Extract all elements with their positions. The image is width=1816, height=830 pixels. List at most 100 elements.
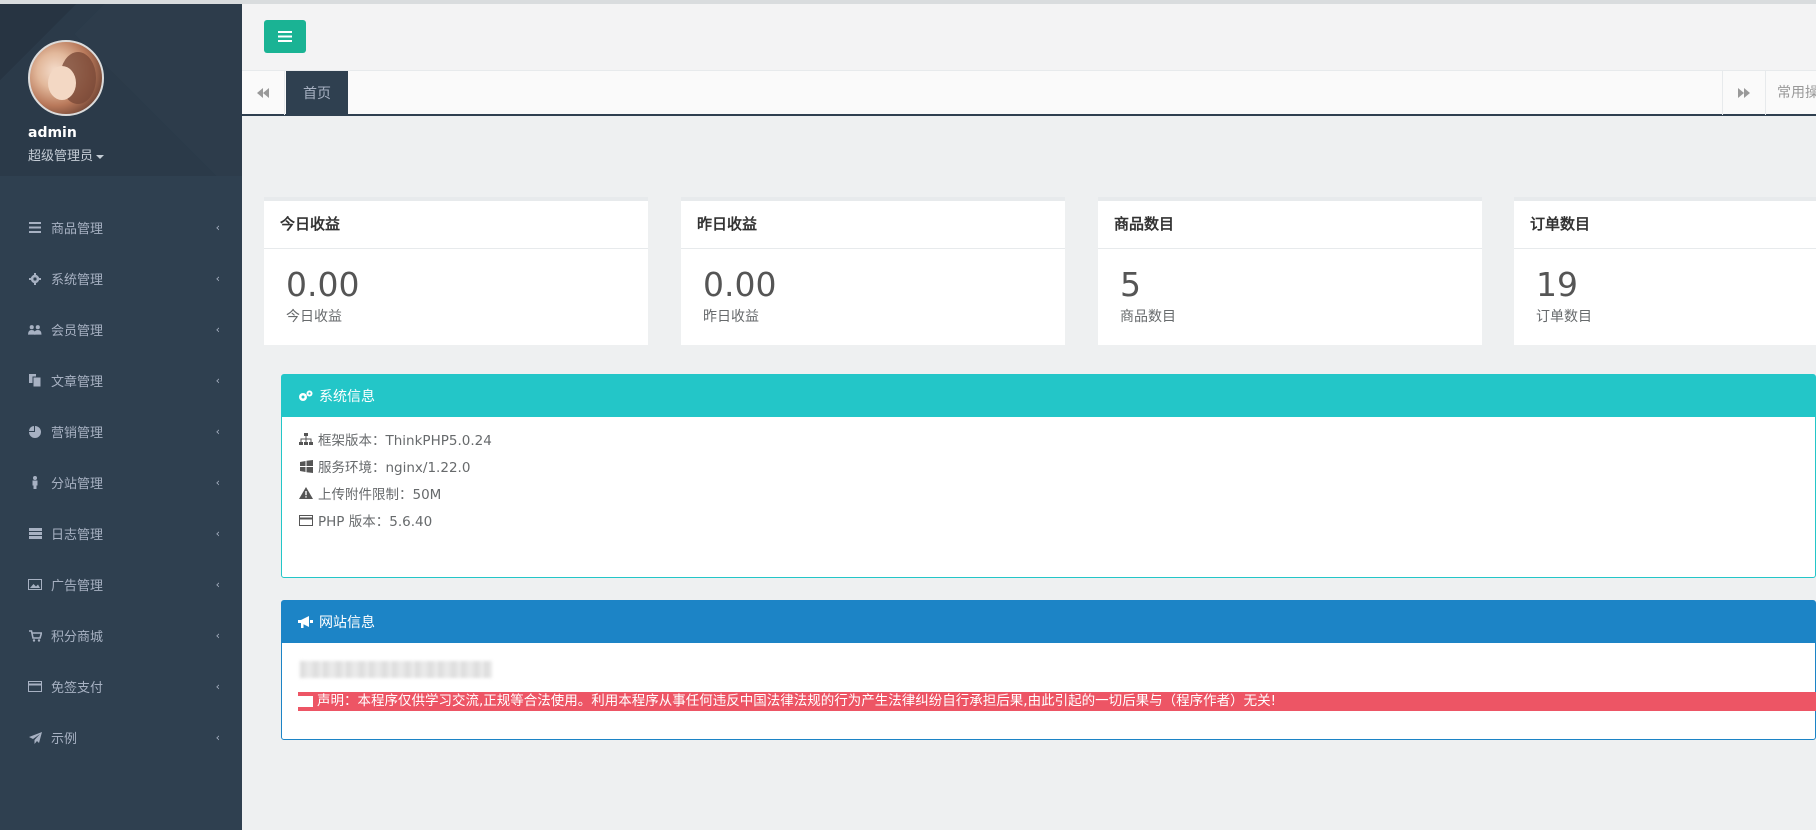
sidebar-item-system[interactable]: 系统管理 ‹ [0, 253, 242, 304]
info-row-php-version: PHP 版本：5.6.40 [298, 510, 432, 530]
avatar-face [48, 66, 76, 100]
card-title: 商品数目 [1098, 201, 1482, 249]
sidebar-item-goods[interactable]: 商品管理 ‹ [0, 202, 242, 253]
info-text: 上传附件限制：50M [318, 487, 442, 503]
site-info-panel: 网站信息 声明：本程序仅供学习交流,正规等合法使用。利用本程序从事任何违反中国法… [281, 600, 1816, 740]
blurred-content [300, 661, 492, 678]
avatar[interactable] [28, 40, 104, 116]
tabs-operations-button[interactable]: 常用操 [1777, 71, 1816, 115]
sidebar-item-label: 示例 [51, 732, 78, 747]
files-icon [28, 374, 42, 388]
backward-icon [257, 88, 269, 98]
windows-icon [298, 459, 314, 473]
stat-card-order-count: 订单数目 19 订单数目 [1514, 197, 1816, 345]
sitemap-icon [298, 432, 314, 446]
stat-card-goods-count: 商品数目 5 商品数目 [1098, 197, 1482, 345]
chevron-left-icon: ‹ [215, 272, 220, 285]
warning-icon [298, 486, 314, 500]
notice-icon [298, 696, 313, 707]
card-title: 订单数目 [1514, 201, 1816, 249]
sidebar-item-label: 会员管理 [51, 324, 104, 339]
hamburger-icon [278, 31, 292, 42]
card-title: 昨日收益 [681, 201, 1065, 249]
info-row-server: 服务环境：nginx/1.22.0 [298, 456, 470, 476]
top-header [242, 4, 1816, 70]
gears-icon [298, 390, 313, 403]
sidebar-item-payment[interactable]: 免签支付 ‹ [0, 661, 242, 712]
forward-icon [1738, 88, 1750, 98]
user-role-dropdown[interactable]: 超级管理员 [28, 145, 105, 164]
sidebar-item-label: 分站管理 [51, 477, 104, 492]
sidebar-item-label: 积分商城 [51, 630, 104, 645]
sidebar-item-points-mall[interactable]: 积分商城 ‹ [0, 610, 242, 661]
sidebar-item-label: 日志管理 [51, 528, 104, 543]
sidebar-item-substations[interactable]: 分站管理 ‹ [0, 457, 242, 508]
sidebar-item-label: 文章管理 [51, 375, 104, 390]
card-subtitle: 今日收益 [286, 309, 342, 325]
sidebar-item-label: 广告管理 [51, 579, 104, 594]
card-subtitle: 商品数目 [1120, 309, 1176, 325]
stat-card-today-income: 今日收益 0.00 今日收益 [264, 197, 648, 345]
pie-chart-icon [28, 425, 42, 439]
chevron-left-icon: ‹ [215, 578, 220, 591]
tabs-scroll-left-button[interactable] [242, 71, 285, 115]
chevron-left-icon: ‹ [215, 221, 220, 234]
credit-card-icon [28, 680, 42, 694]
sidebar-item-label: 商品管理 [51, 222, 104, 237]
panel-header: 网站信息 [282, 601, 1815, 643]
tab-home[interactable]: 首页 [286, 71, 348, 115]
sidebar-item-label: 系统管理 [51, 273, 104, 288]
caret-down-icon [96, 154, 105, 159]
card-subtitle: 订单数目 [1536, 309, 1592, 325]
paper-plane-icon [28, 731, 42, 745]
list-icon [28, 221, 42, 235]
sidebar-item-marketing[interactable]: 营销管理 ‹ [0, 406, 242, 457]
chevron-left-icon: ‹ [215, 374, 220, 387]
chevron-left-icon: ‹ [215, 731, 220, 744]
street-view-icon [28, 476, 42, 490]
users-icon [28, 323, 42, 337]
chevron-left-icon: ‹ [215, 425, 220, 438]
tabs-scroll-right-button[interactable] [1722, 71, 1766, 115]
chevron-left-icon: ‹ [215, 629, 220, 642]
card-title: 今日收益 [264, 201, 648, 249]
card-value: 0.00 [286, 265, 360, 304]
sidebar-item-members[interactable]: 会员管理 ‹ [0, 304, 242, 355]
sidebar-item-label: 营销管理 [51, 426, 104, 441]
menu-toggle-button[interactable] [264, 20, 306, 53]
sidebar-item-label: 免签支付 [51, 681, 104, 696]
sidebar-item-articles[interactable]: 文章管理 ‹ [0, 355, 242, 406]
sidebar: admin 超级管理员 商品管理 ‹ 系统管理 ‹ 会员管理 ‹ 文章管理 ‹ … [0, 4, 242, 830]
card-value: 5 [1120, 265, 1141, 304]
gear-icon [28, 272, 42, 286]
cart-icon [28, 629, 42, 643]
sidebar-item-examples[interactable]: 示例 ‹ [0, 712, 242, 763]
user-role: 超级管理员 [28, 149, 94, 164]
sidebar-item-logs[interactable]: 日志管理 ‹ [0, 508, 242, 559]
panel-title: 网站信息 [319, 615, 375, 631]
bullhorn-icon [298, 616, 313, 628]
system-info-panel: 系统信息 框架版本：ThinkPHP5.0.24 服务环境：nginx/1.22… [281, 374, 1816, 578]
card-subtitle: 昨日收益 [703, 309, 759, 325]
profile-panel: admin 超级管理员 [0, 4, 242, 176]
server-icon [28, 527, 42, 541]
disclaimer-notice: 声明：本程序仅供学习交流,正规等合法使用。利用本程序从事任何违反中国法律法规的行… [298, 692, 1816, 711]
chevron-left-icon: ‹ [215, 323, 220, 336]
credit-card-icon [298, 513, 314, 527]
sidebar-nav: 商品管理 ‹ 系统管理 ‹ 会员管理 ‹ 文章管理 ‹ 营销管理 ‹ 分站管理 … [0, 202, 242, 763]
info-text: 框架版本：ThinkPHP5.0.24 [318, 433, 492, 449]
disclaimer-text: 声明：本程序仅供学习交流,正规等合法使用。利用本程序从事任何违反中国法律法规的行… [317, 693, 1276, 709]
chevron-left-icon: ‹ [215, 527, 220, 540]
panel-header: 系统信息 [282, 375, 1815, 417]
panel-title: 系统信息 [319, 389, 375, 405]
sidebar-item-ads[interactable]: 广告管理 ‹ [0, 559, 242, 610]
info-text: 服务环境：nginx/1.22.0 [318, 460, 471, 476]
chevron-left-icon: ‹ [215, 476, 220, 489]
info-row-framework: 框架版本：ThinkPHP5.0.24 [298, 429, 492, 449]
info-text: PHP 版本：5.6.40 [318, 514, 433, 530]
stat-card-yesterday-income: 昨日收益 0.00 昨日收益 [681, 197, 1065, 345]
page-tabs-bar: 首页 常用操 [242, 70, 1816, 116]
user-name: admin [28, 125, 77, 141]
info-row-upload-limit: 上传附件限制：50M [298, 483, 441, 503]
card-value: 19 [1536, 265, 1578, 304]
